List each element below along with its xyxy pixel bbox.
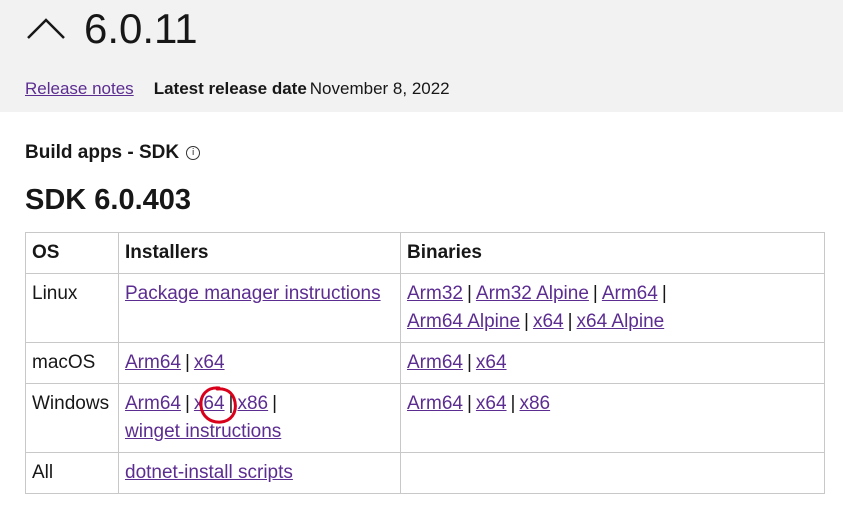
info-icon[interactable]: i [186, 146, 201, 160]
separator: | [466, 352, 472, 373]
installers-cell: Package manager instructions [118, 273, 401, 343]
link-macos-binary-arm64[interactable]: Arm64 [407, 352, 463, 373]
separator: | [567, 311, 573, 332]
separator: | [184, 352, 190, 373]
link-macos-installer-x64[interactable]: x64 [194, 352, 225, 373]
table-row: Windows Arm64 | x64 | x86 | winget instructio… [25, 383, 825, 453]
binaries-cell [400, 452, 825, 494]
link-linux-arm32[interactable]: Arm32 [407, 283, 463, 304]
latest-release-date: November 8, 2022 [309, 79, 450, 98]
link-linux-arm32-alpine[interactable]: Arm32 Alpine [476, 283, 589, 304]
separator: | [661, 283, 667, 304]
table-row: All dotnet-install scripts [25, 452, 825, 494]
link-macos-installer-arm64[interactable]: Arm64 [125, 352, 181, 373]
separator: | [184, 393, 190, 414]
sdk-title: SDK 6.0.403 [25, 184, 192, 216]
link-windows-binary-x64[interactable]: x64 [476, 393, 507, 414]
link-windows-binary-x86[interactable]: x86 [519, 393, 550, 414]
header-installers: Installers [118, 232, 401, 274]
link-windows-installer-x86[interactable]: x86 [237, 393, 268, 414]
separator: | [228, 393, 234, 414]
link-dotnet-install-scripts[interactable]: dotnet-install scripts [125, 462, 293, 483]
link-windows-binary-arm64[interactable]: Arm64 [407, 393, 463, 414]
link-linux-arm64-alpine[interactable]: Arm64 Alpine [407, 311, 520, 332]
chevron-up-icon[interactable] [25, 12, 67, 42]
link-windows-installer-arm64[interactable]: Arm64 [125, 393, 181, 414]
link-windows-installer-x64[interactable]: x64 [194, 393, 225, 414]
link-macos-binary-x64[interactable]: x64 [476, 352, 507, 373]
table-row: macOS Arm64 | x64 Arm64 | x64 [25, 342, 825, 384]
version-header: 6.0.11 Release notes Latest release date N… [0, 0, 843, 112]
table-header-row: OS Installers Binaries [25, 232, 825, 274]
release-notes-link[interactable]: Release notes [25, 79, 134, 98]
installers-cell: Arm64 | x64 | x86 | winget instructions [118, 383, 401, 453]
os-cell: Windows [25, 383, 119, 453]
build-apps-label: Build apps - SDK [25, 142, 180, 163]
header-os: OS [25, 232, 119, 274]
link-linux-x64[interactable]: x64 [533, 311, 564, 332]
version-title: 6.0.11 [84, 5, 198, 52]
separator: | [272, 393, 278, 414]
separator: | [466, 393, 472, 414]
separator: | [524, 311, 529, 332]
os-cell: All [25, 452, 119, 494]
os-cell: Linux [25, 273, 119, 343]
os-cell: macOS [25, 342, 119, 384]
binaries-cell: Arm64 | x64 | x86 [400, 383, 825, 453]
separator: | [510, 393, 516, 414]
latest-release-label: Latest release date [153, 79, 307, 98]
header-binaries: Binaries [400, 232, 825, 274]
installers-cell: dotnet-install scripts [118, 452, 401, 494]
build-apps-heading: Build apps - SDK i [25, 142, 201, 164]
downloads-table: OS Installers Binaries Linux Package man… [25, 232, 825, 494]
link-linux-arm64[interactable]: Arm64 [602, 283, 658, 304]
link-winget-instructions[interactable]: winget instructions [125, 421, 281, 442]
link-package-manager-instructions[interactable]: Package manager instructions [125, 283, 381, 304]
separator: | [466, 283, 472, 304]
separator: | [592, 283, 598, 304]
release-info-row: Release notes Latest release date November… [25, 79, 450, 99]
binaries-cell: Arm64 | x64 [400, 342, 825, 384]
binaries-cell: Arm32 | Arm32 Alpine | Arm64 | Arm64 Alpine | x… [400, 273, 825, 343]
link-linux-x64-alpine[interactable]: x64 Alpine [577, 311, 665, 332]
table-row: Linux Package manager instructions Arm32… [25, 273, 825, 343]
installers-cell: Arm64 | x64 [118, 342, 401, 384]
